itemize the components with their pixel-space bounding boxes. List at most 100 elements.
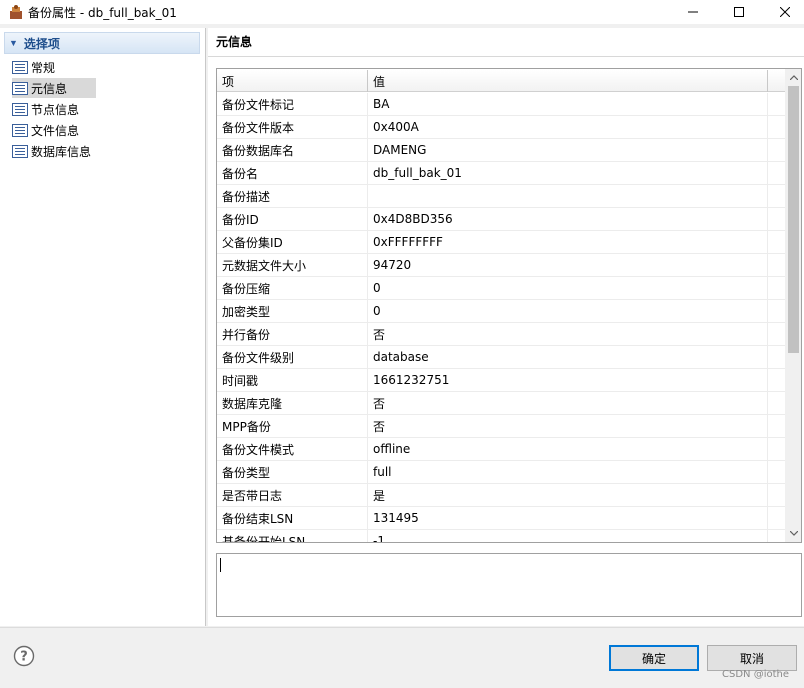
cell-value: 是	[368, 484, 768, 506]
cell-value: offline	[368, 438, 768, 460]
cell-filler	[768, 369, 785, 391]
cell-item: 备份文件模式	[217, 438, 368, 460]
minimize-button[interactable]	[670, 0, 716, 24]
cell-filler	[768, 530, 785, 542]
cell-value: 否	[368, 323, 768, 345]
table-row[interactable]: 元数据文件大小 94720	[217, 254, 785, 277]
cell-filler	[768, 116, 785, 138]
cell-filler	[768, 254, 785, 276]
scroll-down-button[interactable]	[785, 525, 801, 542]
table-row[interactable]: 数据库克隆否	[217, 392, 785, 415]
title-bar: 备份属性 - db_full_bak_01	[0, 0, 804, 24]
cell-filler	[768, 323, 785, 345]
list-icon	[12, 60, 28, 74]
minimize-icon	[688, 11, 698, 13]
tree-item-label: 节点信息	[31, 102, 80, 117]
cell-value: 否	[368, 415, 768, 437]
window-title: 备份属性 - db_full_bak_01	[28, 6, 177, 20]
cell-item: 备份描述	[217, 185, 368, 207]
tree-item-metainfo[interactable]: 元信息	[12, 78, 96, 98]
cell-value: database	[368, 346, 768, 368]
close-icon	[780, 7, 790, 17]
table-row[interactable]: 备份文件版本 0x400A	[217, 116, 785, 139]
content-pane: 元信息 项 值 备份文件标记 BA 备份文件版本 0x400A 备份数据库名 DAMENG…	[208, 28, 804, 626]
tree-item-node-info[interactable]: 节点信息	[12, 99, 85, 119]
cell-value: 0	[368, 277, 768, 299]
table-row[interactable]: 备份描述	[217, 185, 785, 208]
table-row[interactable]: 备份数据库名 DAMENG	[217, 139, 785, 162]
description-textarea[interactable]	[216, 553, 802, 617]
cell-item: 备份结束LSN	[217, 507, 368, 529]
table-row[interactable]: 备份名 db_full_bak_01	[217, 162, 785, 185]
scroll-up-button[interactable]	[785, 69, 801, 86]
table-row[interactable]: 备份文件级别 database	[217, 346, 785, 369]
table-row[interactable]: 并行备份否	[217, 323, 785, 346]
table-row[interactable]: 备份类型 full	[217, 461, 785, 484]
tree-item-database-info[interactable]: 数据库信息	[12, 141, 97, 161]
table-row[interactable]: 是否带日志是	[217, 484, 785, 507]
table-row[interactable]: 基备份开始LSN -1	[217, 530, 785, 542]
cell-value: 1661232751	[368, 369, 768, 391]
cell-item: 备份类型	[217, 461, 368, 483]
cell-filler	[768, 139, 785, 161]
collapse-arrow-icon[interactable]: ▼	[9, 38, 18, 48]
tree-item-label: 数据库信息	[31, 144, 92, 159]
metainfo-table[interactable]: 项 值 备份文件标记 BA 备份文件版本 0x400A 备份数据库名 DAMENG 备份名 d…	[216, 68, 802, 543]
cell-item: 备份ID	[217, 208, 368, 230]
cell-item: 备份文件标记	[217, 93, 368, 115]
tree-header[interactable]: ▼ 选择项	[4, 32, 200, 54]
cell-item: 备份文件级别	[217, 346, 368, 368]
table-row[interactable]: 加密类型 0	[217, 300, 785, 323]
table-row[interactable]: 父备份集ID 0xFFFFFFFF	[217, 231, 785, 254]
cell-filler	[768, 438, 785, 460]
chevron-up-icon	[789, 75, 798, 80]
cell-filler	[768, 162, 785, 184]
cell-value: 131495	[368, 507, 768, 529]
close-button[interactable]	[762, 0, 804, 24]
table-body: 备份文件标记 BA 备份文件版本 0x400A 备份数据库名 DAMENG 备份名 db_fu…	[217, 93, 785, 542]
table-row[interactable]: 备份ID 0x4D8BD356	[217, 208, 785, 231]
help-icon[interactable]: ?	[13, 645, 35, 667]
column-header-value[interactable]: 值	[368, 70, 768, 92]
tree-item-label: 常规	[31, 60, 56, 75]
table-row[interactable]: 时间戳 1661232751	[217, 369, 785, 392]
vertical-scrollbar[interactable]	[785, 69, 801, 542]
maximize-button[interactable]	[716, 0, 762, 24]
maximize-icon	[734, 7, 744, 17]
watermark: CSDN @iothe	[722, 669, 789, 680]
table-row[interactable]: 备份结束LSN 131495	[217, 507, 785, 530]
cell-item: 时间戳	[217, 369, 368, 391]
column-header-item[interactable]: 项	[217, 70, 368, 92]
cell-value: db_full_bak_01	[368, 162, 768, 184]
app-icon	[10, 5, 22, 19]
cell-value: BA	[368, 93, 768, 115]
tree-item-file-info[interactable]: 文件信息	[12, 120, 85, 140]
cell-value: full	[368, 461, 768, 483]
cell-item: 备份名	[217, 162, 368, 184]
cell-filler	[768, 300, 785, 322]
cell-filler	[768, 231, 785, 253]
table-row[interactable]: 备份文件标记 BA	[217, 93, 785, 116]
cell-filler	[768, 392, 785, 414]
ok-button[interactable]: 确定	[609, 645, 699, 671]
cancel-button[interactable]: 取消	[707, 645, 797, 671]
table-row[interactable]: MPP备份否	[217, 415, 785, 438]
tree-item-general[interactable]: 常规	[12, 57, 61, 77]
table-row[interactable]: 备份压缩 0	[217, 277, 785, 300]
cell-value: DAMENG	[368, 139, 768, 161]
cell-filler	[768, 484, 785, 506]
list-icon	[12, 81, 28, 95]
cell-item: 备份文件版本	[217, 116, 368, 138]
cell-value: 0	[368, 300, 768, 322]
list-icon	[12, 144, 28, 158]
cell-item: 是否带日志	[217, 484, 368, 506]
footer-divider	[0, 627, 804, 628]
cell-filler	[768, 208, 785, 230]
cell-item: 基备份开始LSN	[217, 530, 368, 542]
cell-item: 备份数据库名	[217, 139, 368, 161]
scroll-thumb[interactable]	[788, 86, 799, 353]
cell-value: 0x400A	[368, 116, 768, 138]
section-title: 元信息	[216, 35, 253, 49]
table-row[interactable]: 备份文件模式 offline	[217, 438, 785, 461]
cell-item: 备份压缩	[217, 277, 368, 299]
